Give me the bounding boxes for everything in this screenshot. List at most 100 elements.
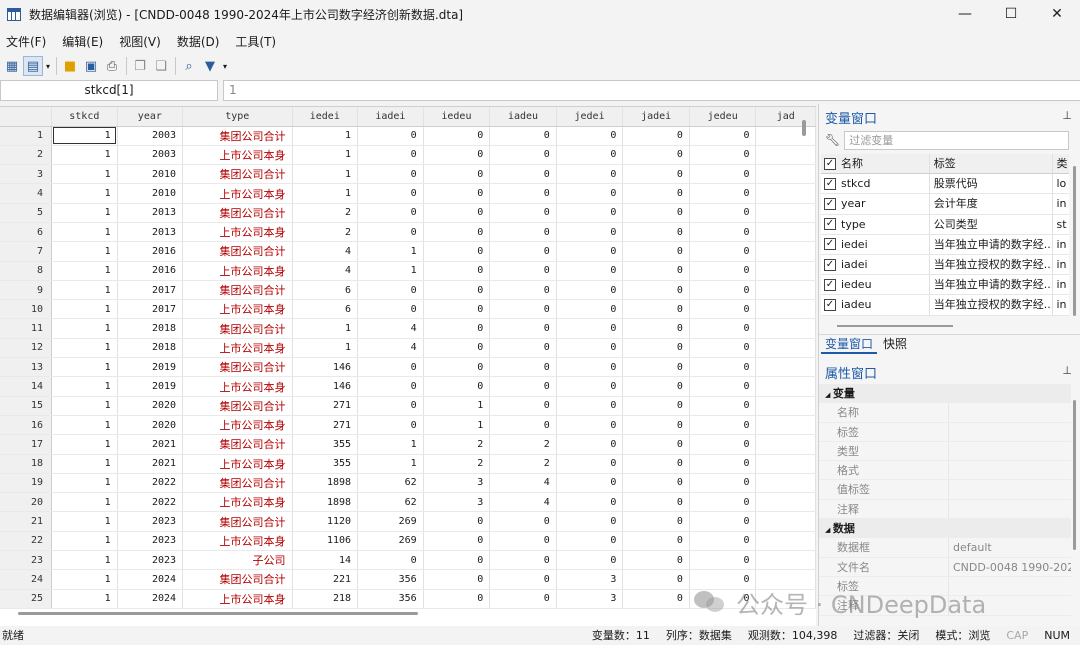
- grid-cell[interactable]: 0: [556, 415, 624, 436]
- grid-cell[interactable]: 1: [51, 203, 118, 223]
- row-number[interactable]: 2: [0, 145, 53, 166]
- grid-cell[interactable]: 0: [689, 299, 757, 320]
- grid-cell[interactable]: 356: [357, 589, 424, 609]
- grid-cell[interactable]: 0: [489, 145, 557, 166]
- grid-cell[interactable]: 1: [51, 511, 118, 532]
- grid-cell[interactable]: 0: [489, 357, 557, 378]
- grid-cell[interactable]: 2: [292, 203, 359, 223]
- grid-cell[interactable]: 0: [357, 396, 424, 416]
- grid-cell[interactable]: 3: [423, 473, 491, 494]
- grid-cell[interactable]: 0: [556, 531, 624, 552]
- grid-cell[interactable]: 1: [423, 415, 491, 436]
- grid-cell[interactable]: 0: [622, 473, 690, 494]
- grid-cell[interactable]: 0: [556, 338, 624, 359]
- grid-cell[interactable]: 0: [423, 183, 491, 204]
- grid-cell[interactable]: 0: [622, 126, 690, 146]
- grid-cell[interactable]: 0: [489, 531, 557, 552]
- wrench-icon[interactable]: 🔧︎: [825, 133, 840, 147]
- property-row[interactable]: 数据框 default: [819, 538, 1071, 558]
- grid-cell[interactable]: 0: [423, 531, 491, 552]
- row-number[interactable]: 3: [0, 164, 53, 185]
- variables-vertical-scrollbar[interactable]: [1073, 166, 1076, 316]
- grid-cell[interactable]: 2021: [117, 454, 184, 474]
- grid-cell[interactable]: 1: [51, 222, 118, 243]
- grid-cell[interactable]: 2018: [117, 338, 184, 359]
- grid-cell[interactable]: 1: [51, 183, 118, 204]
- grid-cell[interactable]: 上市公司本身: [182, 589, 293, 609]
- row-number[interactable]: 5: [0, 203, 53, 223]
- grid-cell[interactable]: 1: [51, 473, 118, 494]
- grid-cell[interactable]: 0: [622, 203, 690, 223]
- grid-cell[interactable]: 2022: [117, 492, 184, 513]
- search-icon[interactable]: ⌕: [179, 56, 199, 76]
- open-folder-icon[interactable]: ■: [60, 56, 80, 76]
- grid-cell[interactable]: 上市公司本身: [182, 415, 293, 436]
- grid-cell[interactable]: 0: [489, 589, 557, 609]
- grid-cell[interactable]: 集团公司合计: [182, 280, 293, 301]
- grid-cell[interactable]: [755, 511, 816, 532]
- grid-cell[interactable]: 0: [423, 126, 491, 146]
- grid-cell[interactable]: 2: [292, 222, 359, 243]
- grid-cell[interactable]: 0: [357, 376, 424, 397]
- grid-cell[interactable]: 1: [423, 396, 491, 416]
- menu-tools[interactable]: 工具(T): [235, 33, 276, 50]
- grid-cell[interactable]: 2023: [117, 550, 184, 571]
- column-header-year[interactable]: year: [117, 107, 184, 127]
- save-icon[interactable]: ▣: [81, 56, 101, 76]
- grid-cell[interactable]: 0: [423, 338, 491, 359]
- grid-cell[interactable]: 0: [489, 222, 557, 243]
- variable-checkbox[interactable]: ✓: [824, 258, 836, 271]
- grid-cell[interactable]: 0: [689, 550, 757, 571]
- grid-cell[interactable]: 0: [556, 434, 624, 455]
- grid-cell[interactable]: 0: [689, 434, 757, 455]
- variable-row[interactable]: ✓ iedei 当年独立申请的数字经... in: [821, 234, 1069, 255]
- grid-cell[interactable]: 0: [357, 280, 424, 301]
- column-header-iedeu[interactable]: iedeu: [423, 107, 491, 127]
- grid-cell[interactable]: 0: [622, 280, 690, 301]
- grid-cell[interactable]: 上市公司本身: [182, 183, 293, 204]
- grid-cell[interactable]: 0: [489, 550, 557, 571]
- grid-cell[interactable]: 0: [423, 145, 491, 166]
- grid-cell[interactable]: 集团公司合计: [182, 318, 293, 339]
- grid-cell[interactable]: 1: [51, 434, 118, 455]
- grid-cell[interactable]: [755, 280, 816, 301]
- variable-row[interactable]: ✓ iedeu 当年独立申请的数字经... in: [821, 275, 1069, 296]
- grid-cell[interactable]: 3: [556, 569, 624, 590]
- menu-edit[interactable]: 编辑(E): [62, 33, 103, 50]
- column-header-stkcd[interactable]: stkcd: [51, 107, 118, 127]
- grid-cell[interactable]: 3: [423, 492, 491, 513]
- grid-cell[interactable]: 0: [423, 222, 491, 243]
- grid-cell[interactable]: 2003: [117, 145, 184, 166]
- grid-cell[interactable]: 集团公司合计: [182, 511, 293, 532]
- grid-cell[interactable]: 上市公司本身: [182, 299, 293, 320]
- property-section[interactable]: ◢ 变量: [819, 384, 1071, 404]
- close-button[interactable]: ✕: [1034, 0, 1080, 28]
- grid-cell[interactable]: 0: [556, 396, 624, 416]
- property-row[interactable]: 格式: [819, 461, 1071, 481]
- grid-cell[interactable]: 集团公司合计: [182, 241, 293, 262]
- grid-cell[interactable]: 0: [357, 203, 424, 223]
- grid-cell[interactable]: 4: [489, 492, 557, 513]
- minimize-button[interactable]: —: [942, 0, 988, 28]
- grid-cell[interactable]: 0: [556, 241, 624, 262]
- grid-cell[interactable]: 221: [292, 569, 359, 590]
- grid-cell[interactable]: 0: [689, 183, 757, 204]
- grid-cell[interactable]: 0: [556, 454, 624, 474]
- grid-cell[interactable]: 0: [556, 126, 624, 146]
- row-number[interactable]: 4: [0, 183, 53, 204]
- row-number[interactable]: 15: [0, 396, 53, 416]
- grid-cell[interactable]: 1: [51, 589, 118, 609]
- grid-cell[interactable]: 0: [556, 203, 624, 223]
- edit-mode-icon[interactable]: ▦: [2, 56, 22, 76]
- grid-cell[interactable]: 集团公司合计: [182, 203, 293, 223]
- grid-cell[interactable]: [755, 261, 816, 281]
- grid-cell[interactable]: 1: [51, 299, 118, 320]
- grid-cell[interactable]: 2023: [117, 531, 184, 552]
- grid-cell[interactable]: 0: [622, 338, 690, 359]
- grid-cell[interactable]: 2024: [117, 569, 184, 590]
- grid-cell[interactable]: 4: [357, 338, 424, 359]
- row-number[interactable]: 18: [0, 454, 53, 474]
- grid-cell[interactable]: [755, 222, 816, 243]
- row-number[interactable]: 1: [0, 126, 53, 146]
- grid-cell[interactable]: [755, 338, 816, 359]
